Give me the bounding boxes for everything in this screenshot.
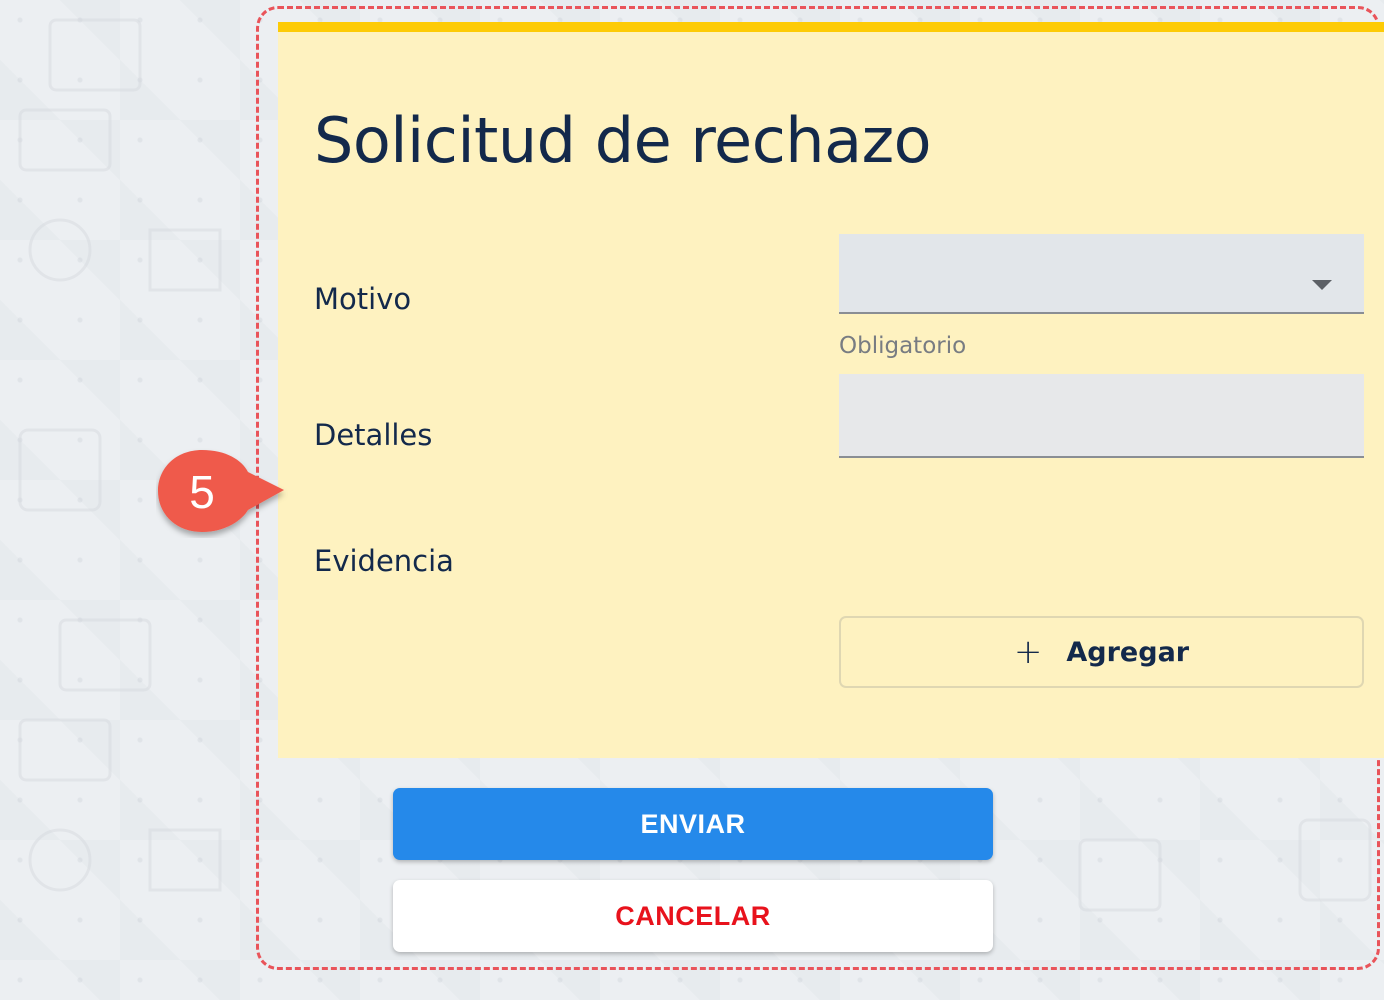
motivo-label: Motivo xyxy=(314,282,412,316)
detalles-label: Detalles xyxy=(314,418,433,452)
add-evidence-label: Agregar xyxy=(1066,636,1190,668)
page-title: Solicitud de rechazo xyxy=(314,104,932,177)
plus-icon: + xyxy=(1013,632,1043,672)
step-number: 5 xyxy=(189,466,215,518)
cancel-button[interactable]: CANCELAR xyxy=(393,880,993,952)
motivo-select[interactable] xyxy=(839,234,1364,314)
evidencia-label: Evidencia xyxy=(314,544,454,578)
send-button[interactable]: ENVIAR xyxy=(393,788,993,860)
detalles-input[interactable] xyxy=(839,374,1364,458)
add-evidence-button[interactable]: + Agregar xyxy=(839,616,1364,688)
chevron-down-icon[interactable] xyxy=(1312,280,1332,290)
motivo-helper-text: Obligatorio xyxy=(839,333,967,359)
